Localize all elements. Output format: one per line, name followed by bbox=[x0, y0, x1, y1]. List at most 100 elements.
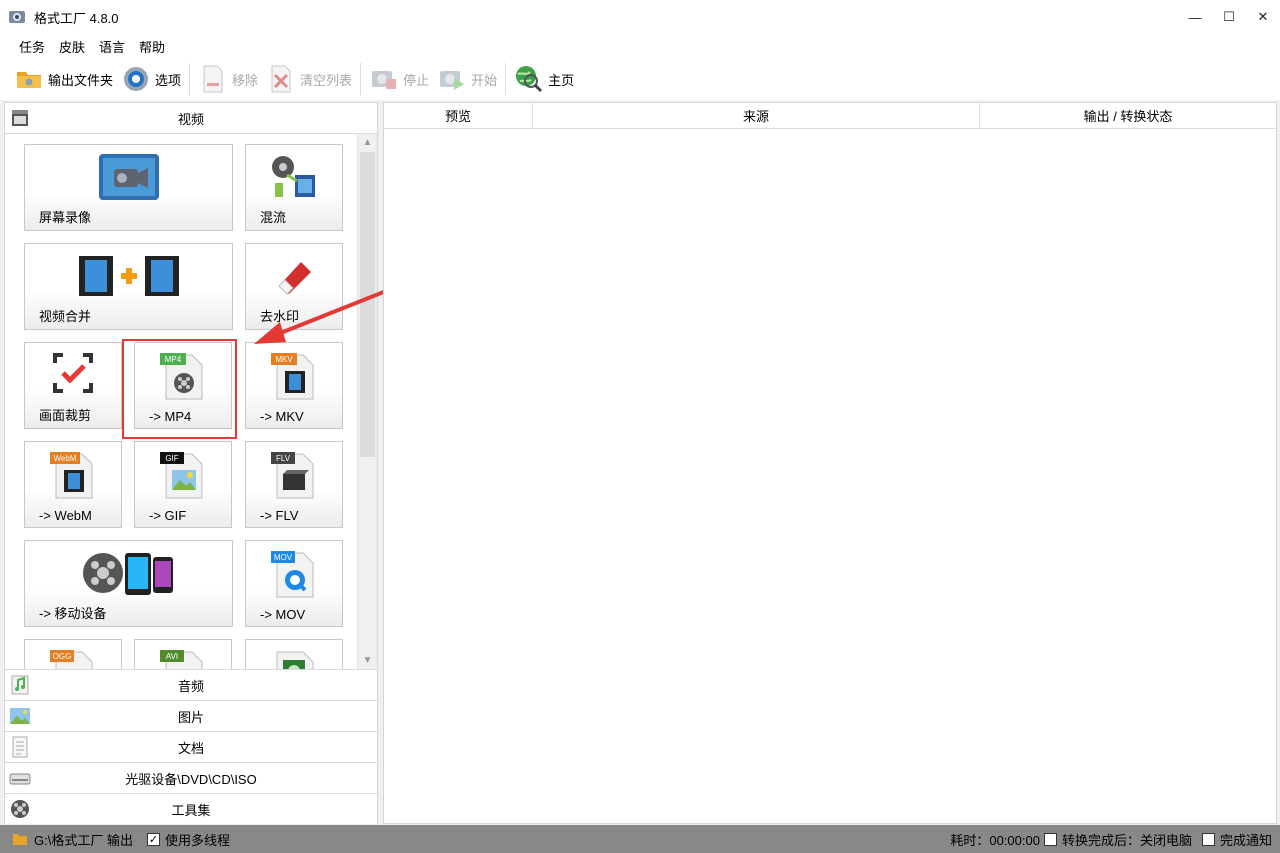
output-folder-label: 输出文件夹 bbox=[48, 72, 114, 88]
tile-to-mov[interactable]: MOV -> MOV bbox=[245, 540, 343, 627]
category-document-label: 文档 bbox=[177, 740, 204, 756]
mkv-file-icon: MKV bbox=[271, 353, 314, 400]
tile-crop[interactable]: 画面裁剪 bbox=[24, 342, 122, 429]
gear-icon bbox=[121, 64, 151, 94]
minimize-button[interactable]: — bbox=[1178, 0, 1212, 34]
video-merge-icon bbox=[78, 256, 179, 296]
multithread-label: 使用多线程 bbox=[164, 832, 230, 848]
category-list: 音频 图片 文档 光驱设备\DVD\CD\ISO 工具集 bbox=[5, 669, 377, 824]
window-title: 格式工厂 4.8.0 bbox=[34, 10, 119, 26]
category-image-label: 图片 bbox=[177, 709, 204, 725]
tile-to-ogg[interactable]: OGG bbox=[24, 639, 122, 669]
category-document[interactable]: 文档 bbox=[5, 731, 377, 762]
tile-to-other[interactable] bbox=[245, 639, 343, 669]
category-panel: 视频 屏幕录像 混流 视频合并 去水印 画面裁剪 MP4 -> MP4 MKV … bbox=[4, 102, 378, 824]
menu-help[interactable]: 帮助 bbox=[132, 37, 172, 56]
crop-icon bbox=[53, 353, 93, 393]
stop-button[interactable]: 停止 bbox=[369, 60, 429, 98]
ogg-file-icon: OGG bbox=[50, 650, 93, 669]
home-label: 主页 bbox=[548, 72, 575, 88]
home-button[interactable]: 主页 bbox=[514, 60, 574, 98]
status-bar: G:\格式工厂 输出 ✓ 使用多线程 耗时：00:00:00 转换完成后：关闭电… bbox=[0, 825, 1280, 853]
stop-label: 停止 bbox=[403, 72, 430, 88]
tile-mux[interactable]: 混流 bbox=[245, 144, 343, 231]
title-bar: 格式工厂 4.8.0 — ☐ ✕ bbox=[0, 0, 1280, 34]
tile-to-mov-label: -> MOV bbox=[260, 607, 306, 622]
folder-icon bbox=[13, 834, 27, 845]
scroll-up-icon[interactable]: ▲ bbox=[358, 134, 377, 151]
toolbar-separator bbox=[360, 63, 362, 95]
tile-to-mobile-label: -> 移动设备 bbox=[39, 606, 107, 621]
options-button[interactable]: 选项 bbox=[121, 60, 181, 98]
output-folder-button[interactable]: 输出文件夹 bbox=[14, 60, 113, 98]
output-path[interactable]: G:\格式工厂 输出 bbox=[34, 830, 133, 849]
after-convert-checkbox[interactable] bbox=[1043, 832, 1057, 846]
clear-list-button[interactable]: 清空列表 bbox=[266, 60, 352, 98]
tile-to-webm-label: -> WebM bbox=[39, 508, 92, 523]
notify-label: 完成通知 bbox=[1219, 832, 1272, 848]
toolbox-icon bbox=[11, 800, 29, 818]
menu-task[interactable]: 任务 bbox=[12, 37, 52, 56]
tile-to-mkv[interactable]: MKV -> MKV bbox=[245, 342, 343, 429]
tile-to-flv[interactable]: FLV -> FLV bbox=[245, 441, 343, 528]
globe-search-icon bbox=[514, 64, 544, 94]
multithread-checkbox[interactable]: ✓ bbox=[146, 832, 160, 846]
options-label: 选项 bbox=[155, 72, 182, 88]
tiles-scrollbar[interactable]: ▲ ▼ bbox=[357, 134, 377, 669]
scroll-down-icon[interactable]: ▼ bbox=[358, 652, 377, 669]
flv-badge: FLV bbox=[276, 454, 291, 463]
column-source[interactable]: 来源 bbox=[533, 103, 980, 128]
tile-to-gif-label: -> GIF bbox=[149, 508, 187, 523]
category-tools-label: 工具集 bbox=[171, 802, 211, 818]
notify-checkbox[interactable] bbox=[1201, 832, 1215, 846]
film-clapper-icon bbox=[12, 110, 28, 126]
tile-crop-label: 画面裁剪 bbox=[39, 408, 92, 423]
highlight-box bbox=[122, 339, 237, 439]
column-output-status[interactable]: 输出 / 转换状态 bbox=[980, 103, 1276, 128]
after-convert-label: 转换完成后：关闭电脑 bbox=[1061, 832, 1192, 848]
tile-to-mobile[interactable]: -> 移动设备 bbox=[24, 540, 233, 627]
tile-to-avi[interactable]: AVI bbox=[134, 639, 232, 669]
mkv-badge: MKV bbox=[275, 355, 293, 364]
category-image[interactable]: 图片 bbox=[5, 700, 377, 731]
tile-to-webm[interactable]: WebM -> WebM bbox=[24, 441, 122, 528]
task-list-header: 预览 来源 输出 / 转换状态 bbox=[384, 103, 1276, 129]
webm-badge: WebM bbox=[54, 454, 77, 463]
ogg-badge: OGG bbox=[53, 652, 72, 661]
tile-video-merge[interactable]: 视频合并 bbox=[24, 243, 233, 330]
tile-screen-record[interactable]: 屏幕录像 bbox=[24, 144, 233, 231]
remove-button[interactable]: 移除 bbox=[198, 60, 258, 98]
gif-file-icon: GIF bbox=[160, 452, 203, 499]
column-preview[interactable]: 预览 bbox=[384, 103, 533, 128]
picture-icon bbox=[10, 708, 30, 724]
menu-skin[interactable]: 皮肤 bbox=[52, 37, 92, 56]
category-tools[interactable]: 工具集 bbox=[5, 793, 377, 824]
menu-bar: 任务 皮肤 语言 帮助 bbox=[0, 34, 1280, 58]
mobile-device-icon bbox=[82, 553, 173, 595]
start-button[interactable]: 开始 bbox=[437, 60, 497, 98]
flv-file-icon: FLV bbox=[271, 452, 314, 499]
toolbar-separator bbox=[505, 63, 507, 95]
category-audio[interactable]: 音频 bbox=[5, 669, 377, 700]
close-button[interactable]: ✕ bbox=[1246, 0, 1280, 34]
video-file-icon bbox=[276, 651, 314, 669]
tile-to-gif[interactable]: GIF -> GIF bbox=[134, 441, 232, 528]
remove-label: 移除 bbox=[232, 72, 259, 88]
avi-file-icon: AVI bbox=[160, 650, 203, 669]
clear-list-label: 清空列表 bbox=[300, 72, 353, 88]
maximize-button[interactable]: ☐ bbox=[1212, 0, 1246, 34]
webm-file-icon: WebM bbox=[50, 452, 93, 499]
task-list-panel: 预览 来源 输出 / 转换状态 bbox=[383, 102, 1277, 824]
elapsed-time: 耗时：00:00:00 bbox=[950, 832, 1040, 848]
category-video[interactable]: 视频 bbox=[5, 103, 377, 134]
start-icon bbox=[437, 64, 467, 94]
app-icon bbox=[9, 11, 25, 23]
mov-badge: MOV bbox=[274, 553, 293, 562]
remove-icon bbox=[198, 64, 228, 94]
mux-icon bbox=[272, 156, 315, 197]
tile-video-merge-label: 视频合并 bbox=[39, 309, 92, 324]
category-optical[interactable]: 光驱设备\DVD\CD\ISO bbox=[5, 762, 377, 793]
optical-drive-icon bbox=[9, 773, 31, 785]
mov-file-icon: MOV bbox=[271, 551, 314, 598]
menu-language[interactable]: 语言 bbox=[92, 37, 132, 56]
